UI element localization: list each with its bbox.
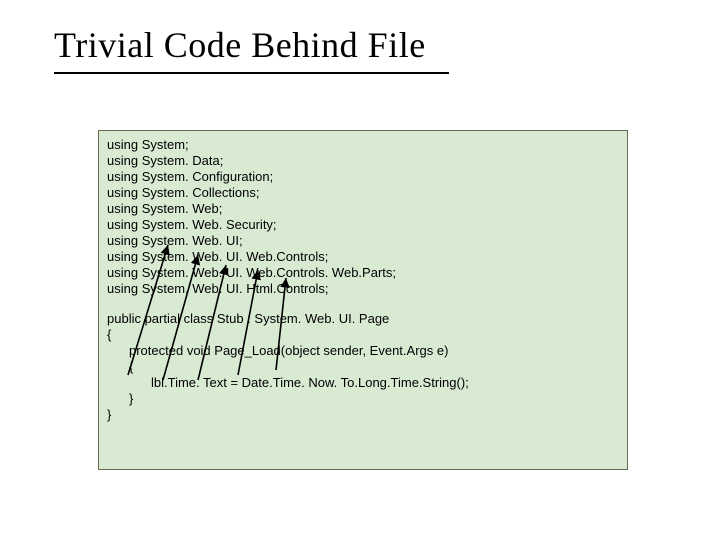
slide: Trivial Code Behind File using System; u… bbox=[0, 0, 720, 540]
code-line: using System. Collections; bbox=[107, 185, 619, 201]
blank-line bbox=[107, 297, 619, 311]
code-line: using System. Configuration; bbox=[107, 169, 619, 185]
code-line: } bbox=[107, 407, 619, 423]
code-line: using System. Data; bbox=[107, 153, 619, 169]
code-line: } bbox=[107, 391, 619, 407]
code-box: using System; using System. Data; using … bbox=[98, 130, 628, 470]
code-line: using System. Web. Security; bbox=[107, 217, 619, 233]
title-underline bbox=[54, 72, 449, 74]
code-line: { bbox=[107, 359, 619, 375]
code-line: protected void Page_Load(object sender, … bbox=[107, 343, 619, 359]
code-line: using System. Web. UI; bbox=[107, 233, 619, 249]
code-line: { bbox=[107, 327, 619, 343]
code-line: lbl.Time. Text = Date.Time. Now. To.Long… bbox=[107, 375, 619, 391]
code-line: using System. Web. UI. Html.Controls; bbox=[107, 281, 619, 297]
code-line: using System; bbox=[107, 137, 619, 153]
code-line: using System. Web; bbox=[107, 201, 619, 217]
code-line: public partial class Stub : System. Web.… bbox=[107, 311, 619, 327]
code-line: using System. Web. UI. Web.Controls. Web… bbox=[107, 265, 619, 281]
slide-title: Trivial Code Behind File bbox=[54, 24, 426, 66]
code-line: using System. Web. UI. Web.Controls; bbox=[107, 249, 619, 265]
